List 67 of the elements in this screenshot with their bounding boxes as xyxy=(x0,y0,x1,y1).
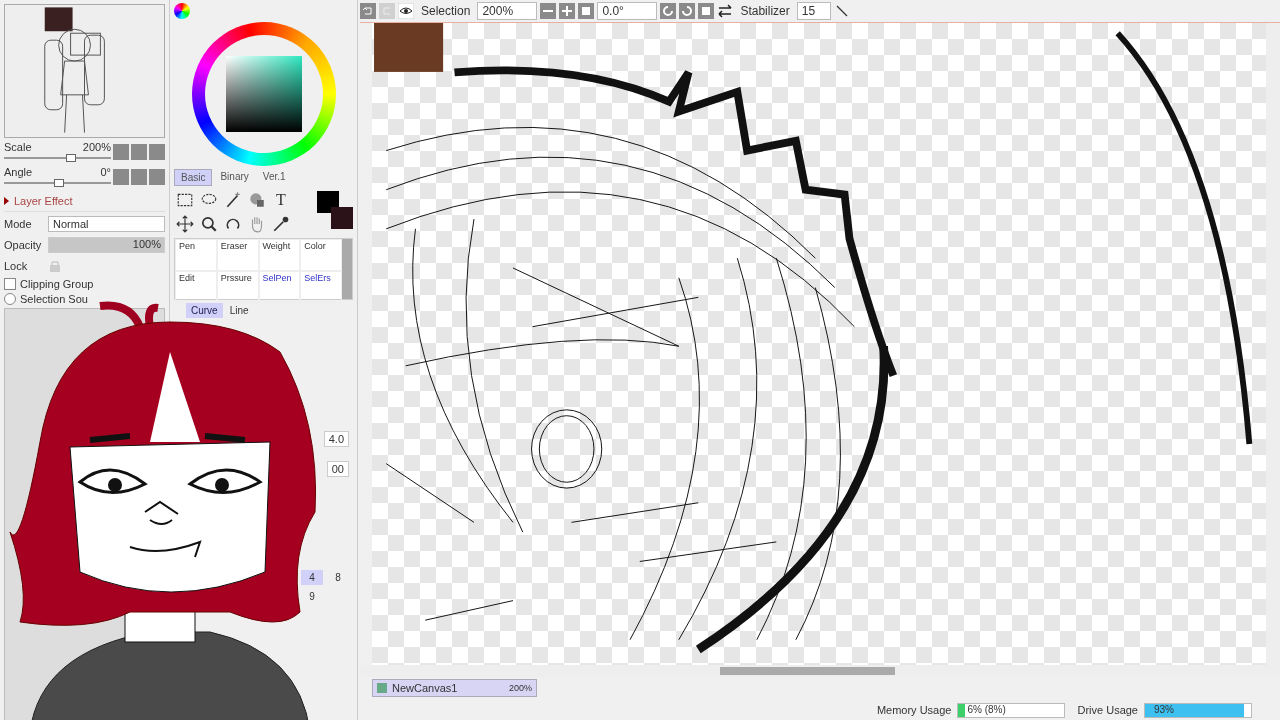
lock-label: Lock xyxy=(4,260,29,272)
brush-setting-field[interactable]: 4.0 xyxy=(323,431,349,447)
option-label[interactable]: Selection Sou xyxy=(20,293,88,305)
slider-reading: 0° xyxy=(100,166,111,178)
zoom-in-icon[interactable] xyxy=(559,3,576,19)
eyedropper-icon[interactable] xyxy=(272,215,290,233)
palette-tab[interactable]: Basic xyxy=(174,169,213,186)
scrollbar[interactable] xyxy=(342,239,352,299)
brush-tool[interactable]: Color xyxy=(300,239,342,271)
slider-label: Angle xyxy=(4,166,33,178)
brush-tool[interactable]: SelErs xyxy=(300,271,342,303)
selection-toggle[interactable]: Selection xyxy=(417,4,475,18)
palette-tab[interactable]: Ver.1 xyxy=(256,169,292,186)
brush-tool[interactable]: Edit xyxy=(175,271,217,303)
brush-tool[interactable]: Prssure xyxy=(216,271,259,303)
brush-size[interactable]: 8 xyxy=(327,570,349,585)
usage-meter: 93% xyxy=(1144,702,1252,718)
rotate-right-icon[interactable] xyxy=(679,3,696,19)
angle-dropdown[interactable]: 0.0° xyxy=(597,2,658,20)
document-tab[interactable]: NewCanvas1 200% xyxy=(372,679,537,697)
reset-icon[interactable] xyxy=(578,3,595,19)
primary-color-swatch[interactable] xyxy=(317,191,339,213)
brush-tool[interactable]: Pen xyxy=(175,239,217,271)
rectangle-select-icon[interactable] xyxy=(176,191,194,209)
eye-icon[interactable] xyxy=(398,3,414,19)
curve-tab[interactable]: Curve xyxy=(186,303,223,318)
palette-tab[interactable]: Binary xyxy=(214,169,255,186)
slider-label: Scale xyxy=(4,141,32,153)
brush-tool[interactable]: Weight xyxy=(258,239,301,271)
image-placeholder xyxy=(374,23,444,72)
flip-icon[interactable] xyxy=(717,3,734,19)
option-control[interactable] xyxy=(4,293,16,305)
stabilizer-label: Stabilizer xyxy=(739,4,791,18)
option-label[interactable]: Clipping Group xyxy=(20,278,94,290)
option-control[interactable] xyxy=(4,278,16,290)
usage-label: Memory Usage xyxy=(876,704,952,716)
bucket-icon[interactable] xyxy=(248,191,266,209)
zoom-dropdown[interactable]: 200% xyxy=(477,2,538,20)
slider-reading: 200% xyxy=(82,141,111,153)
secondary-color-swatch[interactable] xyxy=(331,207,353,229)
color-wheel-icon[interactable] xyxy=(174,3,190,19)
brush-tool[interactable]: Eraser xyxy=(216,239,259,271)
move-icon[interactable] xyxy=(176,215,194,233)
stabilizer-dropdown[interactable]: 15 xyxy=(796,2,831,20)
usage-meter: 6% (8%) xyxy=(957,702,1066,718)
slider-thumb[interactable] xyxy=(66,154,77,162)
undo-icon[interactable] xyxy=(360,3,376,19)
wand-icon[interactable] xyxy=(224,191,242,209)
brush-tool[interactable]: SelPen xyxy=(258,271,301,303)
layer-effect-title[interactable]: Layer Effect xyxy=(14,195,73,207)
zoom-out-icon[interactable] xyxy=(540,3,557,19)
mode-label: Mode xyxy=(4,218,33,230)
usage-label: Drive Usage xyxy=(1077,704,1138,716)
mode-dropdown[interactable]: Normal xyxy=(48,216,165,232)
zoom-icon[interactable] xyxy=(200,215,218,233)
expand-icon[interactable] xyxy=(4,197,9,205)
rotate-left-icon[interactable] xyxy=(660,3,677,19)
saturation-square[interactable] xyxy=(225,56,302,132)
brush-setting-field[interactable]: 00 xyxy=(326,461,349,477)
opacity-label: Opacity xyxy=(4,239,42,251)
brush-size[interactable]: 9 xyxy=(301,589,323,604)
brush-size[interactable]: 4 xyxy=(301,570,323,585)
curve-tab[interactable]: Line xyxy=(224,303,254,318)
scrollbar-thumb[interactable] xyxy=(720,667,895,675)
text-tool[interactable]: T xyxy=(272,191,290,209)
opacity-slider[interactable]: 100% xyxy=(48,237,165,253)
slider-thumb[interactable] xyxy=(53,179,64,187)
